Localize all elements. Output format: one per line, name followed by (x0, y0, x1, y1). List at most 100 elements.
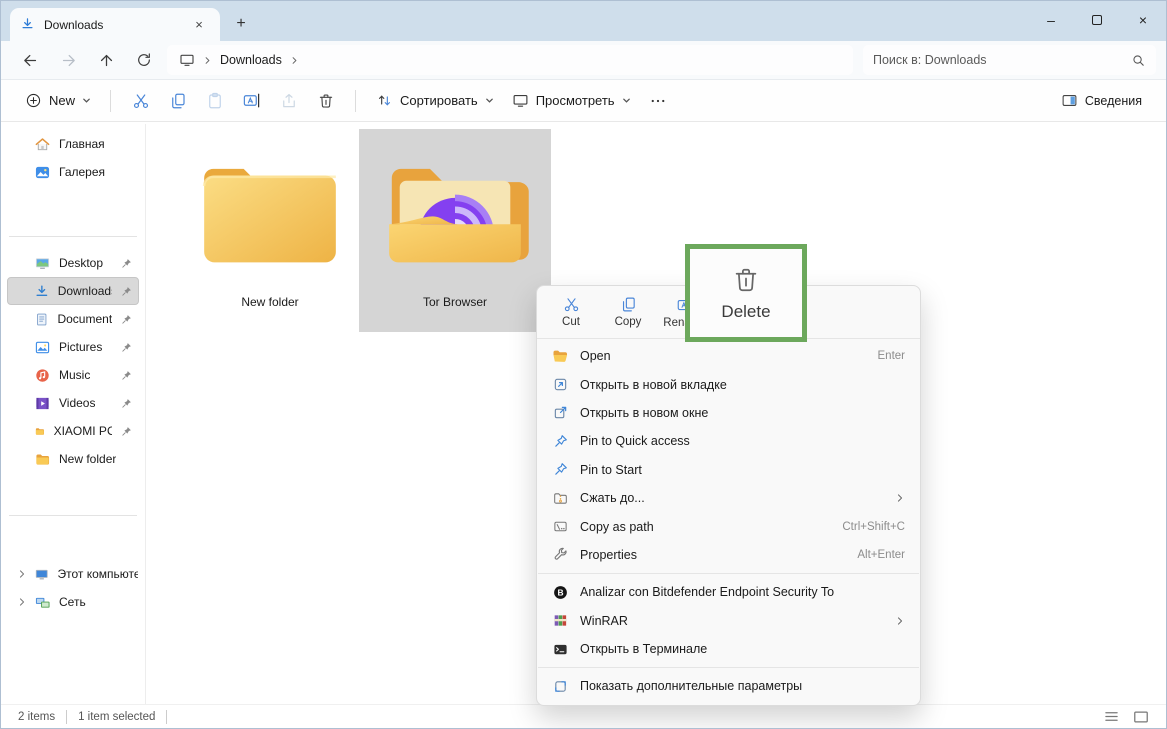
breadcrumb-segment[interactable]: Downloads (220, 53, 282, 67)
tab-title: Downloads (44, 18, 103, 32)
menu-item-label: Открыть в Терминале (580, 642, 707, 656)
trash-icon (731, 265, 761, 295)
tab-downloads[interactable]: Downloads × (10, 8, 220, 41)
delete-highlight-label: Delete (721, 302, 770, 322)
menu-item-pin-quick-access[interactable]: Pin to Quick access (537, 427, 920, 455)
file-tile-tor-browser[interactable]: Tor Browser (359, 129, 551, 332)
menu-item-label: Показать дополнительные параметры (580, 679, 802, 693)
cut-button[interactable]: Cut (547, 289, 595, 335)
status-bar: 2 items 1 item selected (1, 704, 1166, 728)
sidebar-item-downloads[interactable]: Downloads (7, 277, 139, 305)
menu-item-label: Pin to Quick access (580, 434, 690, 448)
sidebar-item-gallery[interactable]: Галерея (7, 158, 139, 186)
chevron-down-icon (622, 96, 631, 105)
sidebar-item-music[interactable]: Music (7, 361, 139, 389)
copy-button[interactable]: Copy (604, 289, 652, 335)
sidebar-item-pictures[interactable]: Pictures (7, 333, 139, 361)
copy-icon[interactable] (159, 85, 196, 117)
menu-item-open[interactable]: Open Enter (537, 342, 920, 370)
winrar-icon (552, 613, 568, 629)
menu-item-open-new-tab[interactable]: Открыть в новой вкладке (537, 370, 920, 398)
sidebar-item-documents[interactable]: Documents (7, 305, 139, 333)
breadcrumb[interactable]: Downloads (167, 45, 853, 75)
chevron-right-icon[interactable] (17, 597, 27, 607)
minimize-icon[interactable]: – (1028, 1, 1074, 39)
sidebar-item-label: New folder (59, 452, 116, 466)
terminal-icon (552, 641, 568, 657)
new-button-label: New (49, 93, 75, 108)
open-new-window-icon (552, 405, 568, 421)
up-icon[interactable] (87, 44, 125, 76)
wrench-icon (552, 547, 568, 563)
menu-item-winrar[interactable]: WinRAR (537, 607, 920, 635)
sort-button[interactable]: Сортировать (367, 87, 503, 114)
maximize-icon[interactable] (1074, 1, 1120, 39)
menu-item-label: Сжать до... (580, 491, 645, 505)
rename-icon[interactable] (233, 85, 270, 117)
file-tile-new-folder[interactable]: New folder (174, 129, 366, 332)
view-button[interactable]: Просмотреть (503, 87, 640, 114)
chevron-down-icon (82, 96, 91, 105)
menu-item-show-more-options[interactable]: Показать дополнительные параметры (537, 672, 920, 700)
documents-icon (35, 312, 48, 327)
new-tab-button[interactable]: + (224, 9, 258, 39)
delete-icon[interactable] (307, 85, 344, 117)
search-input[interactable]: Поиск в: Downloads (863, 45, 1156, 75)
music-icon (35, 368, 50, 383)
sidebar-item-home[interactable]: Главная (7, 130, 139, 158)
divider (166, 710, 167, 724)
menu-item-open-terminal[interactable]: Открыть в Терминале (537, 635, 920, 663)
menu-separator (538, 667, 919, 668)
details-button[interactable]: Сведения (1053, 87, 1150, 114)
sidebar-item-label: Downloads (58, 284, 112, 298)
list-view-icon[interactable] (1104, 710, 1119, 723)
item-count: 2 items (18, 711, 55, 723)
network-icon (35, 595, 50, 610)
sidebar-item-label: Главная (59, 137, 105, 151)
downloads-icon (35, 284, 49, 299)
share-icon (270, 85, 307, 117)
large-icons-view-icon[interactable] (1133, 710, 1149, 724)
menu-item-open-new-window[interactable]: Открыть в новом окне (537, 399, 920, 427)
pin-icon (121, 258, 132, 269)
title-bar: Downloads × + – × (1, 1, 1166, 41)
magnifier-icon[interactable] (1131, 53, 1146, 68)
address-bar: Downloads Поиск в: Downloads (1, 41, 1166, 80)
menu-item-label: Analizar con Bitdefender Endpoint Securi… (580, 585, 834, 599)
paste-icon (196, 85, 233, 117)
copy-icon (620, 296, 637, 313)
ellipsis-icon[interactable] (640, 85, 677, 117)
menu-item-pin-start[interactable]: Pin to Start (537, 456, 920, 484)
refresh-icon[interactable] (125, 44, 163, 76)
sidebar-item-this-pc[interactable]: Этот компьютер (7, 560, 139, 588)
sidebar-item-desktop[interactable]: Desktop (7, 249, 139, 277)
cut-icon[interactable] (122, 85, 159, 117)
sidebar-item-videos[interactable]: Videos (7, 389, 139, 417)
videos-icon (35, 396, 50, 411)
chevron-down-icon (485, 96, 494, 105)
back-icon[interactable] (11, 44, 49, 76)
close-icon[interactable]: × (1120, 1, 1166, 39)
menu-item-properties[interactable]: Properties Alt+Enter (537, 541, 920, 569)
sidebar-item-label: Music (59, 368, 90, 382)
divider (110, 90, 111, 112)
menu-shortcut: Alt+Enter (857, 549, 905, 561)
sidebar-item-new-folder[interactable]: New folder (7, 445, 139, 473)
menu-shortcut: Enter (878, 350, 906, 362)
pin-icon (121, 342, 132, 353)
svg-text:B: B (557, 587, 563, 597)
sidebar-item-network[interactable]: Сеть (7, 588, 139, 616)
downloads-icon (20, 17, 35, 32)
chevron-right-icon[interactable] (17, 569, 27, 579)
show-more-icon (552, 678, 568, 694)
view-icon (512, 92, 529, 109)
tab-close-icon[interactable]: × (188, 14, 210, 36)
sidebar-item-xiaomi[interactable]: XIAOMI POCO F (7, 417, 139, 445)
file-explorer-window: Downloads × + – × Dow (0, 0, 1167, 729)
menu-item-bitdefender-scan[interactable]: B Analizar con Bitdefender Endpoint Secu… (537, 578, 920, 606)
forward-icon (49, 44, 87, 76)
delete-highlight-box[interactable]: Delete (685, 244, 807, 342)
menu-item-copy-as-path[interactable]: Copy as path Ctrl+Shift+C (537, 512, 920, 540)
menu-item-compress[interactable]: Сжать до... (537, 484, 920, 512)
new-button[interactable]: New (17, 87, 99, 114)
